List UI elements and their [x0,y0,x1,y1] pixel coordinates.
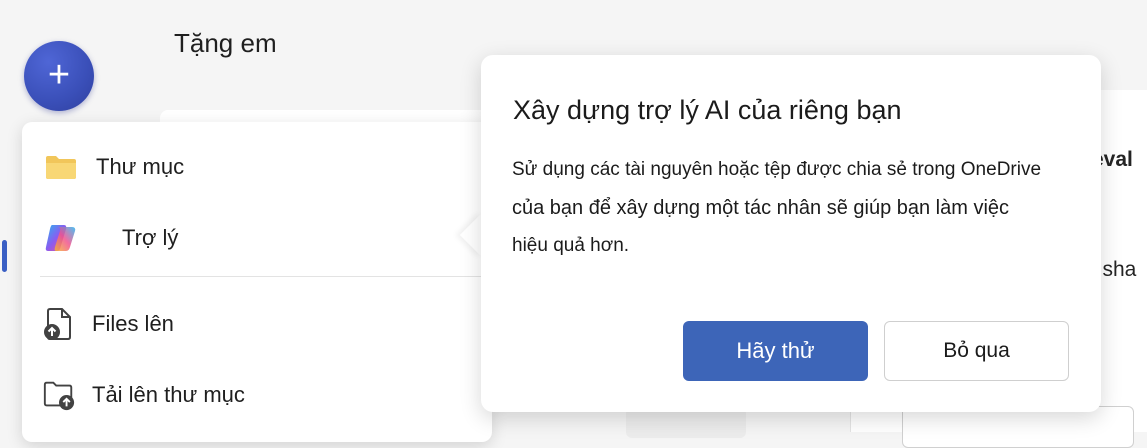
menu-item-label: Files lên [92,311,174,336]
popover-body-line: Sử dụng các tài nguyên hoặc tệp được chi… [512,159,1042,180]
menu-item-file-upload[interactable]: Files lên [22,294,492,354]
popover-body-line: của bạn để xây dựng một tác nhân sẽ giúp… [512,197,1010,219]
page-title: Tặng em [174,28,277,58]
popover-body-line: hiệu quả hơn. [512,235,630,256]
skip-button[interactable]: Bỏ qua [884,321,1069,381]
folder-icon [44,150,78,184]
menu-divider [40,276,510,277]
add-new-button[interactable]: + [24,41,94,111]
menu-item-label: Thư mục [96,154,185,179]
nav-selection-indicator [2,240,7,272]
teaching-popover: Xây dựng trợ lý AI của riêng bạn Sử dụng… [481,55,1101,412]
popover-body: Sử dụng các tài nguyên hoặc tệp được chi… [512,151,1102,265]
file-upload-icon [42,307,76,341]
menu-item-folder-upload[interactable]: Tải lên thư mục [22,365,492,425]
menu-item-folder[interactable]: Thư mục [22,137,492,197]
panel-button-partial[interactable] [902,406,1134,448]
try-it-button[interactable]: Hãy thử [683,321,868,381]
plus-icon: + [47,53,71,96]
copilot-icon [44,221,78,255]
folder-upload-icon [42,378,76,412]
menu-item-label: Tải lên thư mục [92,382,245,407]
menu-item-label: Trợ lý [122,225,179,250]
file-thumbnail-partial [626,408,746,438]
create-menu: Thư mục Trợ lý Files lên Tải lên thư mục [22,122,510,442]
popover-title: Xây dựng trợ lý AI của riêng bạn [513,95,902,125]
menu-item-assistant[interactable]: Trợ lý [22,208,492,268]
